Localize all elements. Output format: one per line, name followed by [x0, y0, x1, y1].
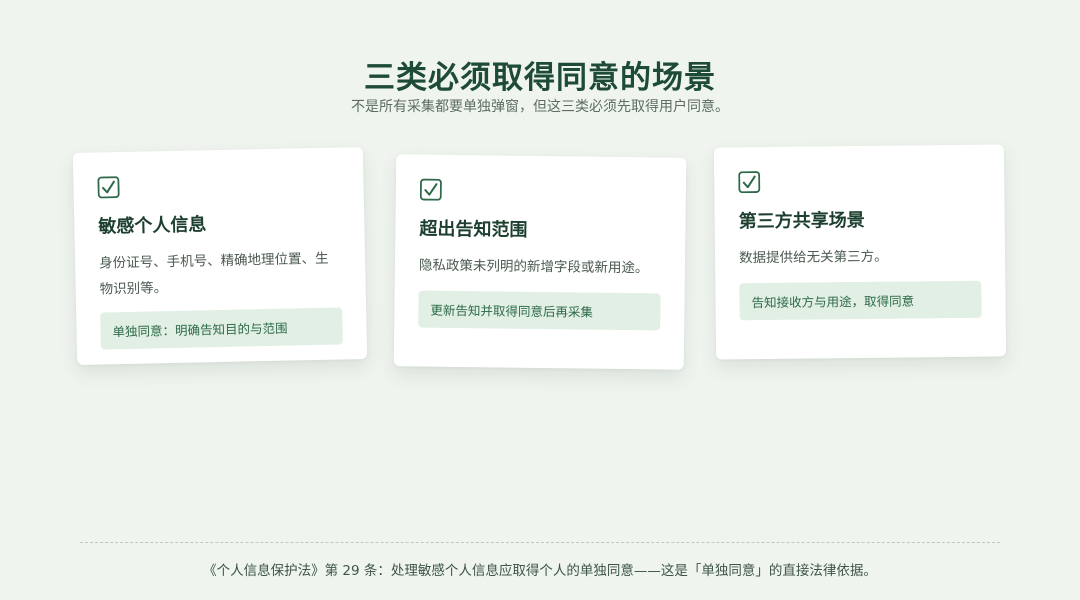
card-sensitive-info: 敏感个人信息 身份证号、手机号、精确地理位置、生物识别等。 单独同意：明确告知目… [72, 146, 368, 366]
checkbox-checked-icon [97, 176, 120, 199]
footer-legal-note: 《个人信息保护法》第 29 条：处理敏感个人信息应取得个人的单独同意——这是「单… [203, 563, 877, 579]
card-description: 隐私政策未列明的新增字段或新用途。 [418, 257, 649, 277]
card-note: 更新告知并取得同意后再采集 [418, 290, 661, 331]
card-description: 数据提供给无关第三方。 [738, 248, 888, 267]
card-note: 单独同意：明确告知目的与范围 [100, 307, 343, 350]
page-title: 三类必须取得同意的场景 [364, 60, 716, 96]
checkbox-checked-icon [738, 171, 761, 194]
footer-divider [80, 542, 1000, 543]
card-title: 超出告知范围 [419, 218, 528, 241]
card-third-party-sharing: 第三方共享场景 数据提供给无关第三方。 告知接收方与用途，取得同意 [713, 144, 1007, 360]
card-title: 敏感个人信息 [98, 214, 207, 238]
page-subtitle: 不是所有采集都要单独弹窗，但这三类必须先取得用户同意。 [351, 99, 729, 115]
card-title: 第三方共享场景 [738, 209, 865, 233]
card-description: 身份证号、手机号、精确地理位置、生物识别等。 [98, 250, 329, 298]
card-note: 告知接收方与用途，取得同意 [739, 280, 982, 321]
card-beyond-scope: 超出告知范围 隐私政策未列明的新增字段或新用途。 更新告知并取得同意后再采集 [393, 154, 687, 370]
checkbox-checked-icon [419, 178, 442, 201]
